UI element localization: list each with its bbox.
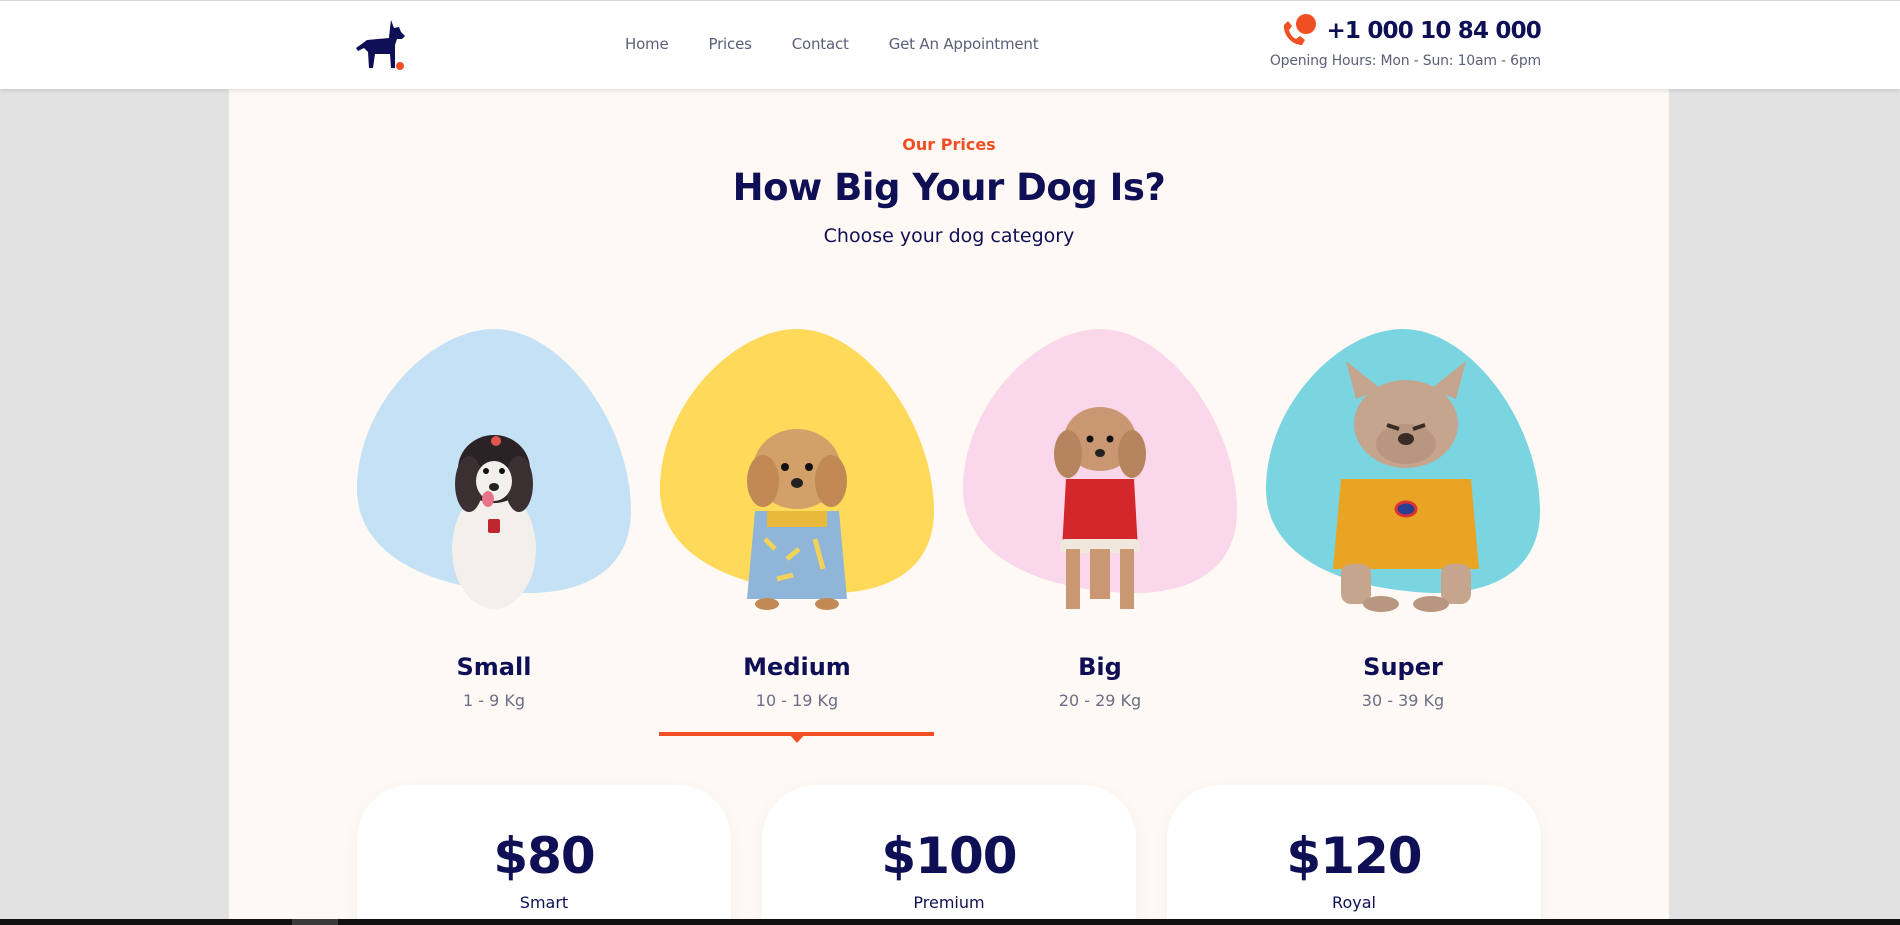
price-card-smart[interactable]: $80 Smart xyxy=(357,785,731,925)
dog-weight: 20 - 29 Kg xyxy=(1058,691,1142,710)
section-title: How Big Your Dog Is? xyxy=(732,166,1166,209)
window-bottom-bar xyxy=(0,919,1900,925)
medium-dog-illustration xyxy=(747,429,847,610)
blob-wrap xyxy=(660,329,934,629)
contact-info: +1 000 10 84 000 Opening Hours: Mon - Su… xyxy=(1269,13,1542,69)
small-dog-illustration xyxy=(452,435,536,609)
nav-contact[interactable]: Contact xyxy=(792,35,849,53)
dog-name: Big xyxy=(1078,653,1122,681)
plan-name: Smart xyxy=(519,893,569,912)
nav-prices[interactable]: Prices xyxy=(709,35,752,53)
price-amount: $100 xyxy=(881,827,1017,885)
dog-name: Small xyxy=(456,653,532,681)
taskbar-tab[interactable] xyxy=(292,919,338,925)
section-eyebrow: Our Prices xyxy=(902,135,996,154)
dog-weight: 30 - 39 Kg xyxy=(1361,691,1445,710)
dog-name: Super xyxy=(1363,653,1443,681)
blob-wrap xyxy=(357,329,631,629)
price-amount: $120 xyxy=(1286,827,1422,885)
dog-name: Medium xyxy=(743,653,851,681)
opening-hours: Opening Hours: Mon - Sun: 10am - 6pm xyxy=(1269,53,1541,69)
dog-category-big[interactable]: Big 20 - 29 Kg xyxy=(963,329,1237,710)
plan-name: Premium xyxy=(913,893,985,912)
price-amount: $80 xyxy=(493,827,595,885)
dog-category-small[interactable]: Small 1 - 9 Kg xyxy=(357,329,631,710)
nav-home[interactable]: Home xyxy=(625,35,669,53)
dog-category-medium[interactable]: Medium 10 - 19 Kg xyxy=(660,329,934,710)
phone-row[interactable]: +1 000 10 84 000 xyxy=(1270,13,1542,49)
blob-wrap xyxy=(1266,329,1540,629)
nav-get-appointment[interactable]: Get An Appointment xyxy=(889,35,1039,53)
prices-section: Our Prices How Big Your Dog Is? Choose y… xyxy=(229,89,1669,925)
dog-weight: 1 - 9 Kg xyxy=(462,691,526,710)
blob-wrap xyxy=(963,329,1237,629)
dog-category-super[interactable]: Super 30 - 39 Kg xyxy=(1266,329,1540,710)
indicator-arrow xyxy=(789,734,805,743)
big-dog-illustration xyxy=(1054,407,1146,609)
price-card-premium[interactable]: $100 Premium xyxy=(762,785,1136,925)
super-dog-illustration xyxy=(1333,361,1479,612)
phone-number[interactable]: +1 000 10 84 000 xyxy=(1326,18,1541,44)
site-header: Home Prices Contact Get An Appointment +… xyxy=(0,0,1900,89)
dog-weight: 10 - 19 Kg xyxy=(755,691,839,710)
section-subtitle: Choose your dog category xyxy=(823,225,1075,247)
plan-name: Royal xyxy=(1332,893,1376,912)
dog-logo-icon[interactable] xyxy=(355,18,407,74)
phone-icon xyxy=(1284,14,1317,45)
price-card-royal[interactable]: $120 Royal xyxy=(1167,785,1541,925)
main-nav: Home Prices Contact Get An Appointment xyxy=(625,35,1039,53)
